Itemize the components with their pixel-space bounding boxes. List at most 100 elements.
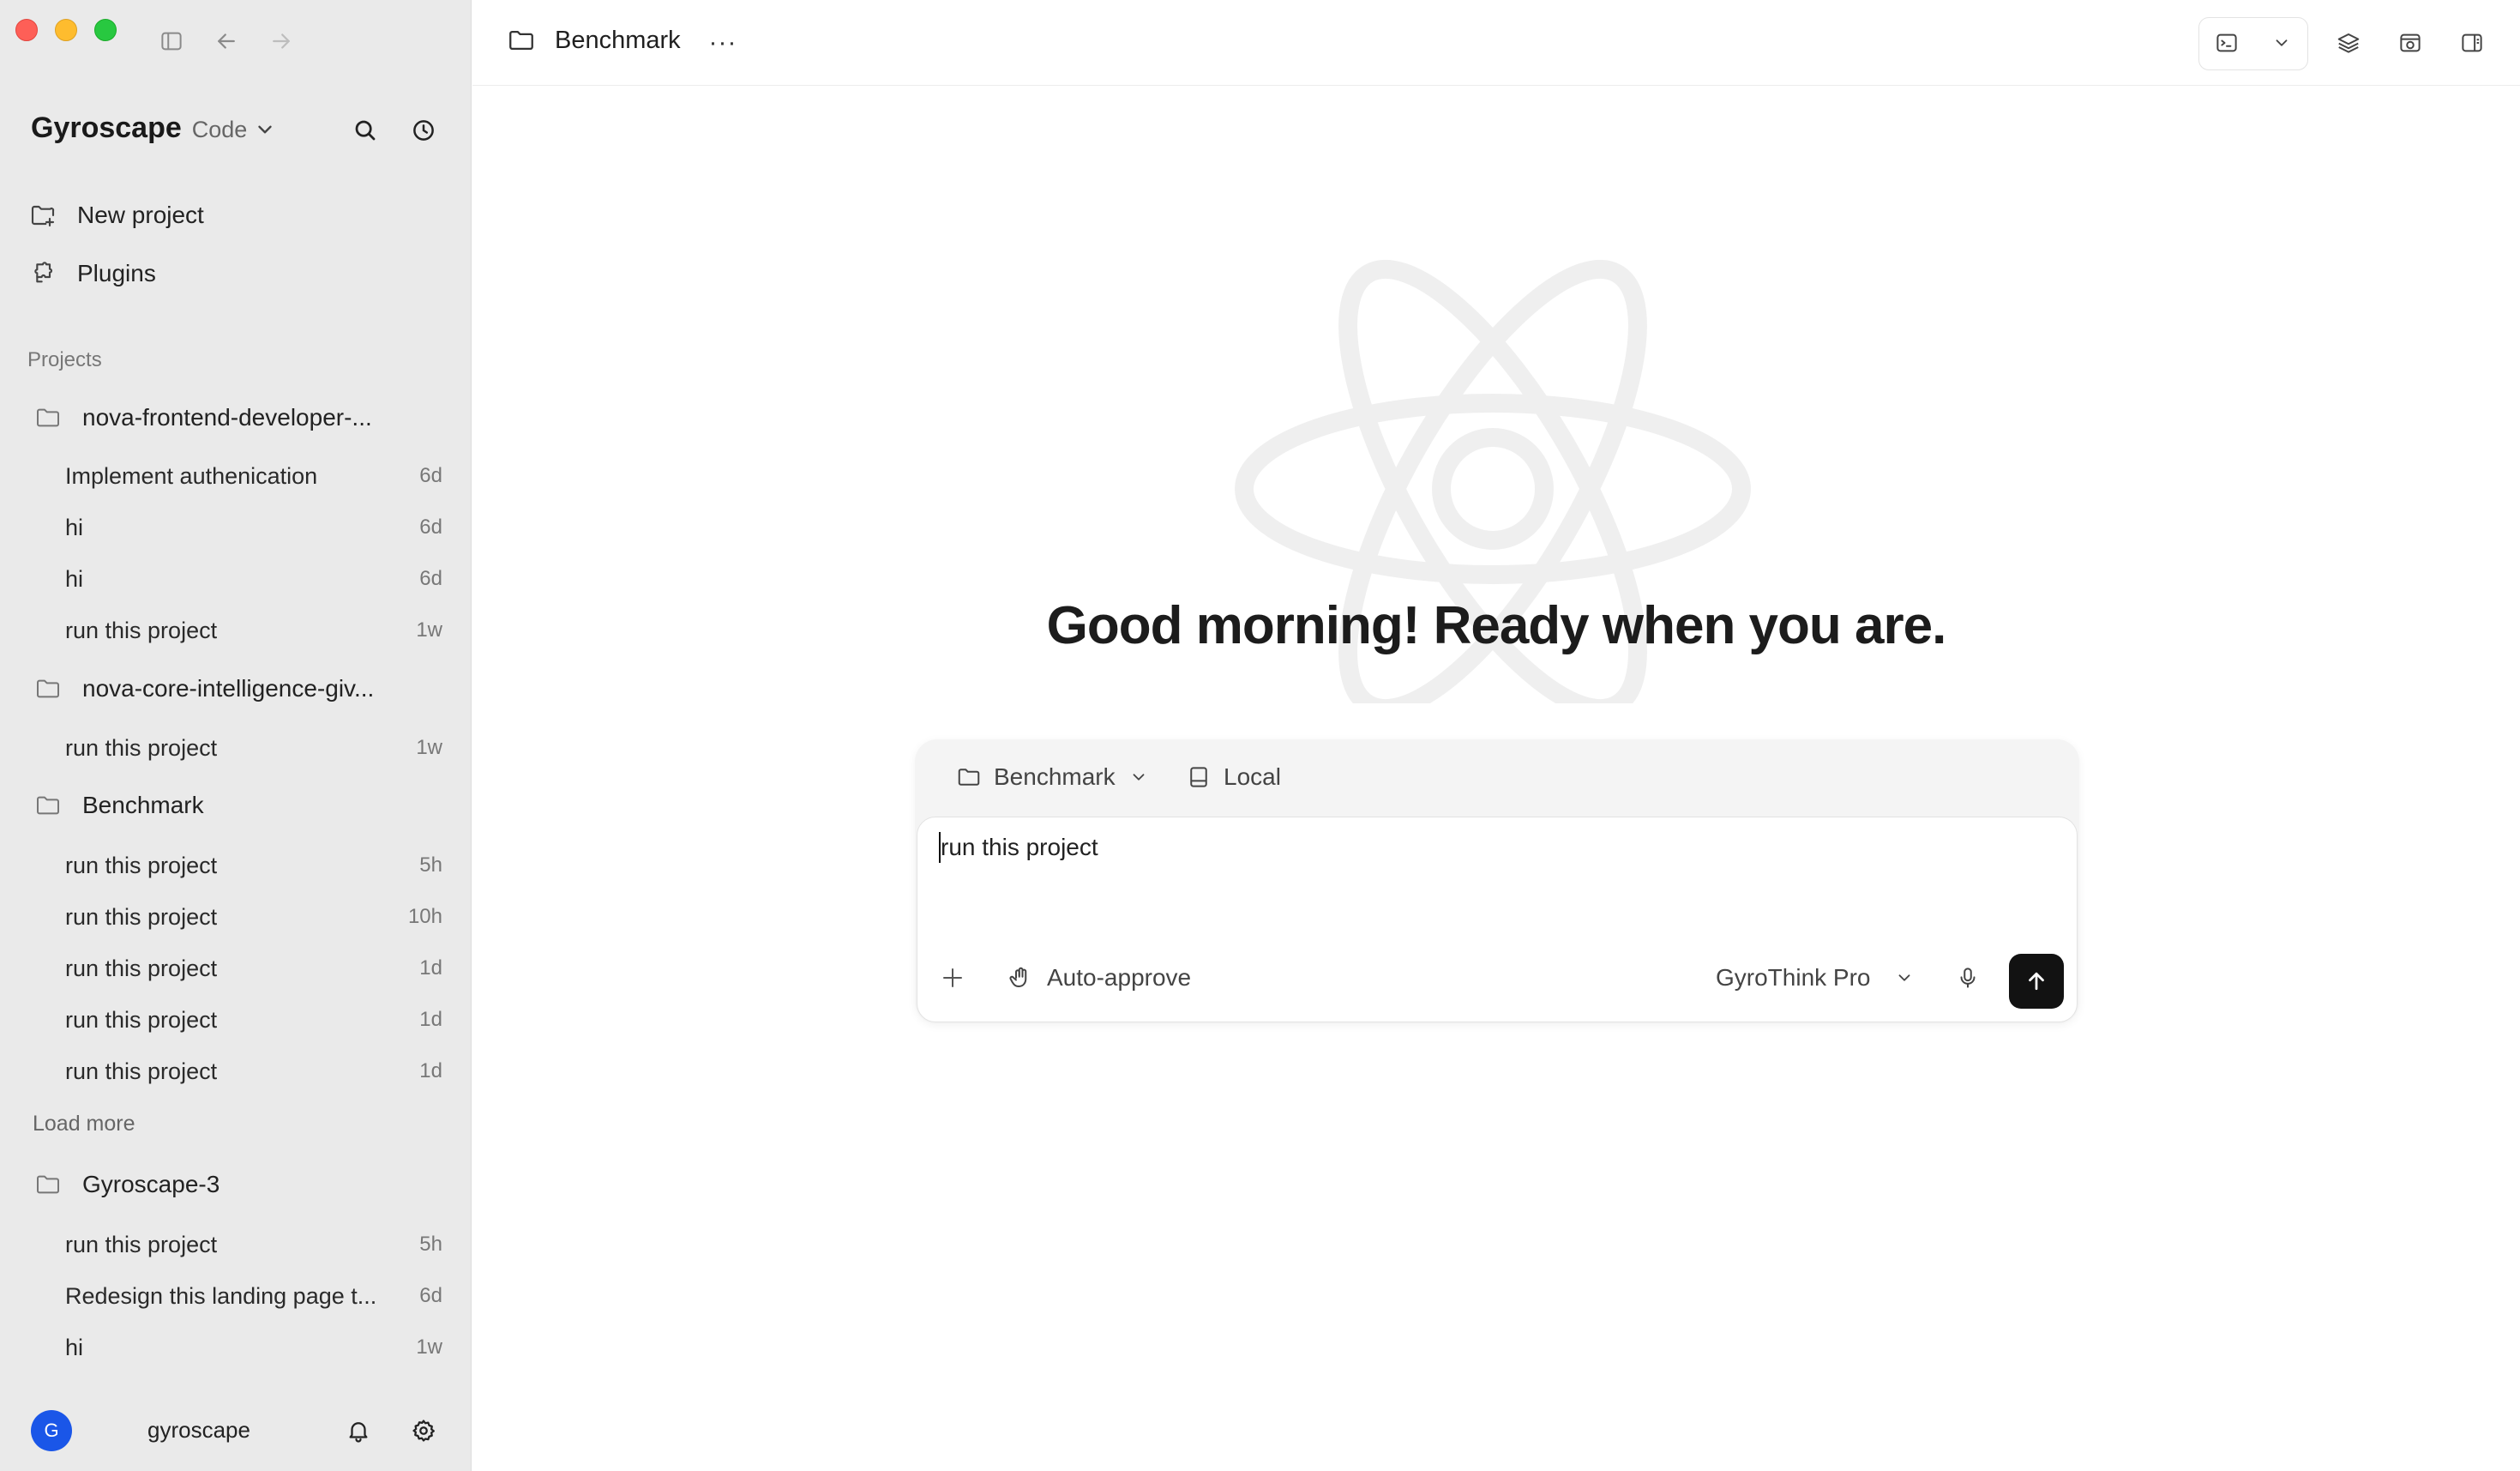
thread-time: 5h [419,1233,442,1256]
thread-item[interactable]: run this project 5h [65,1225,442,1264]
split-panel-icon[interactable] [2455,26,2489,60]
thread-time: 6d [419,567,442,590]
thread-title: run this project [65,955,218,981]
thread-time: 6d [419,515,442,539]
project-name: Benchmark [82,792,204,818]
project-name: nova-core-intelligence-giv... [82,675,375,702]
load-more-link[interactable]: Load more [33,1112,135,1136]
nav-label: New project [77,202,204,228]
folder-icon [37,1175,59,1194]
prompt-input[interactable]: run this project [941,834,1098,861]
thread-title: run this project [65,1231,218,1257]
search-icon[interactable] [348,113,382,148]
back-arrow-icon[interactable] [211,26,242,57]
close-window-button[interactable] [15,19,38,41]
minimize-window-button[interactable] [55,19,77,41]
folder-icon [509,30,533,51]
thread-title: run this project [65,1058,218,1084]
breadcrumb[interactable]: Benchmark [507,26,681,55]
thread-title: run this project [65,852,218,878]
thread-title: Redesign this landing page t... [65,1282,377,1309]
workspace-switcher[interactable]: Gyroscape Code [31,112,247,145]
auto-approve-toggle[interactable]: Auto-approve [1007,961,1191,995]
forward-arrow-icon[interactable] [266,26,297,57]
thread-title: run this project [65,734,218,761]
environment-label: Local [1224,763,1281,790]
gear-icon[interactable] [406,1414,441,1448]
avatar[interactable]: G [31,1410,72,1451]
auto-approve-label: Auto-approve [1047,964,1192,991]
thread-item[interactable]: hi 1w [65,1328,442,1367]
folder-icon [958,769,980,786]
project-item[interactable]: Gyroscape-3 [34,1163,220,1206]
add-attachment-button[interactable] [935,961,970,995]
arrow-up-icon [2029,972,2044,991]
thread-time: 1d [419,1008,442,1031]
project-name: Gyroscape-3 [82,1171,220,1197]
thread-title: hi [65,565,84,592]
thread-time: 5h [419,853,442,877]
project-item[interactable]: nova-frontend-developer-... [34,396,372,439]
browser-preview-icon[interactable] [2393,26,2427,60]
more-options-button[interactable]: ··· [704,24,742,62]
plugins-icon [34,262,53,283]
brand-name: Gyroscape [31,112,182,144]
plugins-button[interactable]: Plugins [29,252,156,295]
thread-item[interactable]: hi 6d [65,559,442,599]
main-panel: Benchmark ··· Good morning! Ready when y… [472,0,2520,1471]
project-selector-label: Benchmark [994,763,1116,790]
environment-selector[interactable]: Local [1186,758,1281,796]
greeting-heading: Good morning! Ready when you are. [1046,596,1947,655]
thread-title: run this project [65,617,218,643]
thread-time: 1w [416,1335,442,1359]
thread-time: 6d [419,1284,442,1307]
thread-item[interactable]: Implement authenication 6d [65,456,442,496]
project-selector[interactable]: Benchmark [956,758,1148,796]
user-name[interactable]: gyroscape [147,1417,250,1444]
laptop-icon [1190,767,1207,787]
thread-time: 1d [419,956,442,980]
thread-title: run this project [65,1006,218,1033]
thread-time: 10h [407,905,442,928]
thread-item[interactable]: run this project 10h [65,897,442,937]
project-item[interactable]: Benchmark [34,784,204,827]
thread-item[interactable]: run this project 1d [65,1000,442,1040]
model-selector[interactable]: GyroThink Pro [1716,961,1914,995]
thread-time: 6d [419,464,442,487]
thread-time: 1d [419,1059,442,1082]
new-project-icon [31,205,55,227]
thread-title: run this project [65,903,218,930]
project-item[interactable]: nova-core-intelligence-giv... [34,667,374,710]
folder-icon [37,679,59,698]
chevron-down-icon[interactable] [254,118,276,141]
thread-item[interactable]: hi 6d [65,508,442,547]
chevron-down-icon [1898,974,1910,981]
thread-item[interactable]: run this project 5h [65,846,442,885]
send-button[interactable] [2009,954,2064,1009]
layers-icon[interactable] [2331,26,2366,60]
folder-icon [37,796,59,815]
folder-icon [37,408,59,427]
bell-icon[interactable] [341,1414,376,1448]
project-name: nova-frontend-developer-... [82,404,372,431]
terminal-icon[interactable] [2210,26,2244,60]
toggle-sidebar-icon[interactable] [156,26,187,57]
projects-section-label: Projects [27,348,102,371]
model-label: GyroThink Pro [1716,964,1871,991]
chevron-down-icon[interactable] [2264,26,2299,60]
plus-icon [943,968,962,987]
breadcrumb-label: Benchmark [555,26,681,54]
text-cursor [939,832,941,863]
sidebar: Gyroscape Code New project Plugins Proje… [0,0,472,1471]
zoom-window-button[interactable] [94,19,117,41]
thread-item[interactable]: run this project 1d [65,949,442,988]
thread-title: hi [65,1334,84,1360]
new-project-button[interactable]: New project [29,194,204,237]
history-clock-icon[interactable] [406,113,441,148]
microphone-icon[interactable] [1951,961,1985,995]
thread-item[interactable]: run this project 1w [65,611,442,650]
thread-item[interactable]: run this project 1d [65,1052,442,1091]
hand-icon [1009,967,1027,987]
thread-item[interactable]: Redesign this landing page t... 6d [65,1276,442,1316]
thread-item[interactable]: run this project 1w [65,728,442,768]
